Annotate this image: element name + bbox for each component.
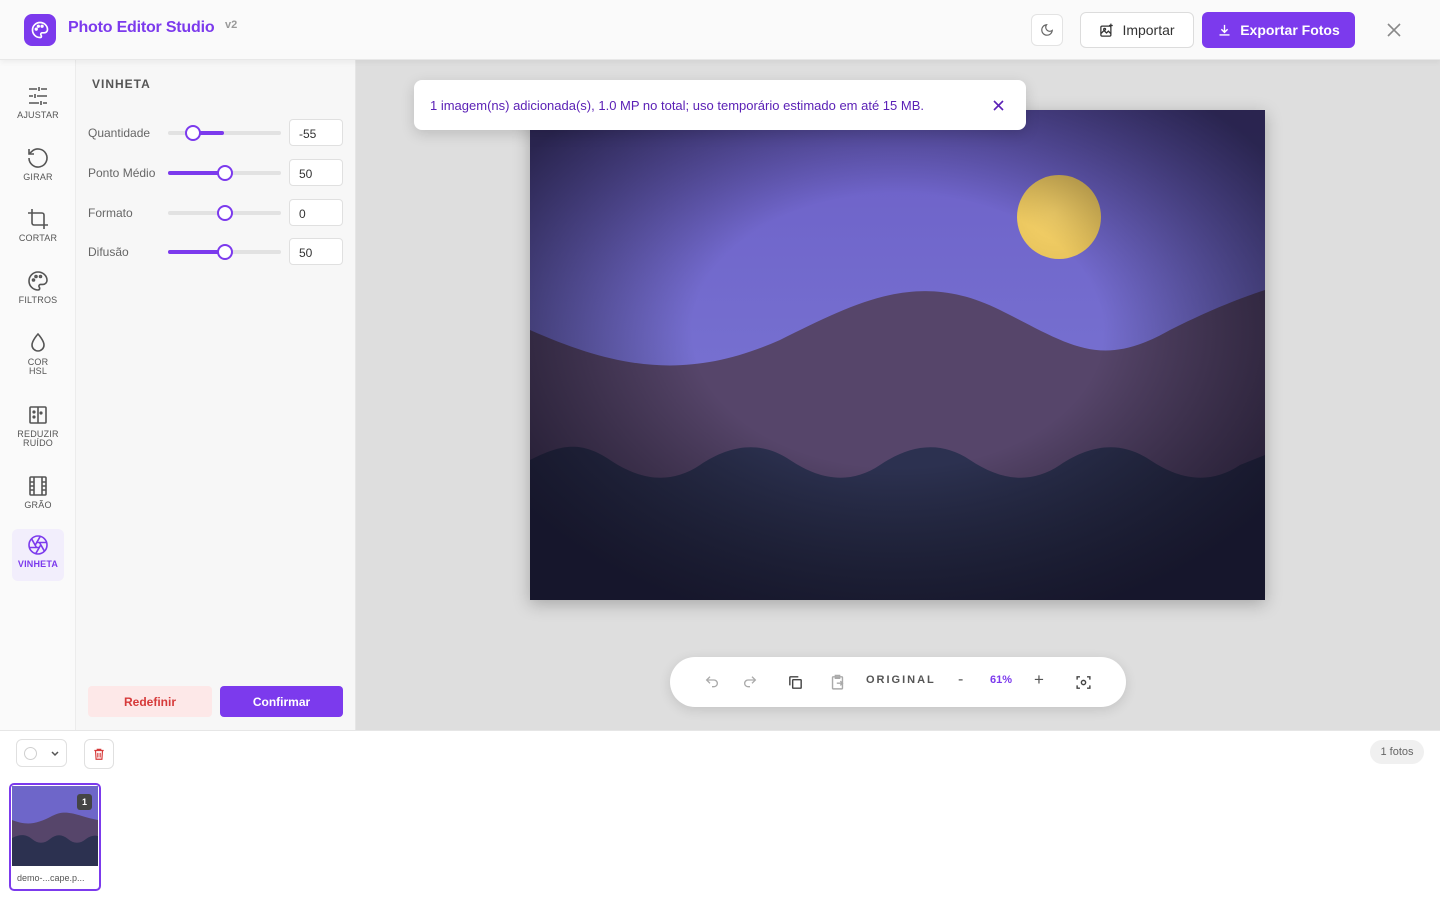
tool-ajustar[interactable]: AJUSTAR xyxy=(12,80,64,130)
fit-screen-button[interactable] xyxy=(1071,670,1095,694)
tool-reduzir-ruido[interactable]: REDUZIR RUÍDO xyxy=(12,399,64,457)
control-label: Difusão xyxy=(88,245,129,259)
slider-thumb[interactable] xyxy=(185,125,202,141)
app-title: Photo Editor Studio xyxy=(68,19,215,36)
tool-label: FILTROS xyxy=(18,295,58,305)
notification-toast: 1 imagem(ns) adicionada(s), 1.0 MP no to… xyxy=(414,80,1026,130)
close-icon xyxy=(1387,23,1401,37)
photo-thumbnail[interactable]: 1 demo-...cape.p... xyxy=(9,783,101,891)
difusao-input[interactable]: 50 xyxy=(289,238,343,265)
export-button[interactable]: Exportar Fotos xyxy=(1202,12,1355,48)
tool-label: GIRAR xyxy=(23,172,53,182)
paste-icon xyxy=(831,674,843,690)
confirm-button[interactable]: Confirmar xyxy=(220,686,343,717)
toast-close-button[interactable] xyxy=(990,97,1006,113)
denoise-icon xyxy=(29,406,47,424)
original-toggle[interactable]: ORIGINAL xyxy=(866,674,936,686)
tool-sidebar: AJUSTAR GIRAR CORTAR FILTROS COR HSL RED… xyxy=(0,60,76,730)
app-header: Photo Editor Studio v2 Importar Exportar… xyxy=(0,0,1440,60)
tool-cor-hsl[interactable]: COR HSL xyxy=(12,327,64,385)
download-icon xyxy=(1219,24,1230,36)
tool-filtros[interactable]: FILTROS xyxy=(12,265,64,315)
select-all-checkbox[interactable] xyxy=(24,747,37,760)
focus-icon xyxy=(1075,675,1091,689)
aperture-icon xyxy=(28,535,48,555)
ponto-medio-input[interactable]: 50 xyxy=(289,159,343,186)
thumbnail-index-badge: 1 xyxy=(77,794,92,810)
slider-thumb[interactable] xyxy=(216,165,233,181)
redo-icon xyxy=(744,676,757,688)
settings-panel: VINHETA Quantidade -55 Ponto Médio 50 Fo… xyxy=(76,60,356,730)
trash-icon xyxy=(94,748,104,760)
moon-icon xyxy=(1041,24,1053,36)
zoom-level: 61% xyxy=(990,674,1013,686)
quantidade-slider[interactable] xyxy=(168,125,281,141)
toast-message: 1 imagem(ns) adicionada(s), 1.0 MP no to… xyxy=(430,97,924,113)
zoom-toolbar: ORIGINAL - 61% + xyxy=(670,657,1126,707)
close-app-button[interactable] xyxy=(1382,18,1406,42)
redo-button[interactable] xyxy=(738,670,762,694)
app-logo xyxy=(24,14,56,46)
app-version: v2 xyxy=(225,19,238,31)
theme-toggle-button[interactable] xyxy=(1031,14,1063,46)
control-label: Ponto Médio xyxy=(88,166,156,180)
palette-icon xyxy=(28,271,48,291)
palette-logo-icon xyxy=(31,21,49,39)
tool-label: VINHETA xyxy=(17,559,59,569)
zoom-in-button[interactable]: + xyxy=(1034,670,1044,690)
copy-icon xyxy=(788,675,802,689)
import-label: Importar xyxy=(1122,22,1175,38)
droplet-icon xyxy=(31,332,45,352)
export-label: Exportar Fotos xyxy=(1240,22,1340,38)
thumbnail-filename: demo-...cape.p... xyxy=(17,873,85,883)
ponto-medio-slider[interactable] xyxy=(168,165,281,181)
close-icon xyxy=(992,99,1004,111)
panel-title: VINHETA xyxy=(92,77,151,91)
select-all-dropdown[interactable] xyxy=(16,739,67,767)
chevron-down-icon xyxy=(51,751,59,757)
undo-button[interactable] xyxy=(700,670,724,694)
control-label: Formato xyxy=(88,206,133,220)
tool-label: REDUZIR RUÍDO xyxy=(17,429,59,448)
slider-thumb[interactable] xyxy=(216,205,233,221)
tool-label: GRÃO xyxy=(24,500,52,510)
difusao-slider[interactable] xyxy=(168,244,281,260)
photo-count: 1 fotos xyxy=(1370,740,1424,764)
formato-slider[interactable] xyxy=(168,205,281,221)
photo-strip: 1 fotos 1 demo-...cape.p... xyxy=(0,730,1440,900)
tool-vinheta[interactable]: VINHETA xyxy=(12,529,64,581)
tool-label: CORTAR xyxy=(18,233,58,243)
import-button[interactable]: Importar xyxy=(1080,12,1194,48)
preview-image[interactable] xyxy=(530,110,1265,600)
tool-girar[interactable]: GIRAR xyxy=(12,142,64,192)
image-add-icon xyxy=(1100,23,1114,37)
control-difusao: Difusão 50 xyxy=(88,238,344,266)
slider-thumb[interactable] xyxy=(216,244,233,260)
landscape-illustration xyxy=(530,110,1265,600)
delete-button[interactable] xyxy=(84,739,114,769)
paste-button[interactable] xyxy=(825,670,849,694)
rotate-icon xyxy=(28,148,48,168)
canvas-area: 1 imagem(ns) adicionada(s), 1.0 MP no to… xyxy=(356,60,1440,730)
undo-icon xyxy=(705,676,718,688)
control-ponto-medio: Ponto Médio 50 xyxy=(88,159,344,187)
reset-button[interactable]: Redefinir xyxy=(88,686,212,717)
copy-button[interactable] xyxy=(783,670,807,694)
control-formato: Formato 0 xyxy=(88,199,344,227)
control-quantidade: Quantidade -55 xyxy=(88,119,344,147)
control-label: Quantidade xyxy=(88,126,151,140)
sliders-icon xyxy=(29,87,47,105)
tool-grao[interactable]: GRÃO xyxy=(12,470,64,520)
formato-input[interactable]: 0 xyxy=(289,199,343,226)
tool-label: AJUSTAR xyxy=(17,110,59,120)
crop-icon xyxy=(28,209,48,229)
quantidade-input[interactable]: -55 xyxy=(289,119,343,146)
tool-label: COR HSL xyxy=(27,357,49,376)
film-icon xyxy=(29,476,47,496)
zoom-out-button[interactable]: - xyxy=(958,671,963,689)
tool-cortar[interactable]: CORTAR xyxy=(12,203,64,253)
